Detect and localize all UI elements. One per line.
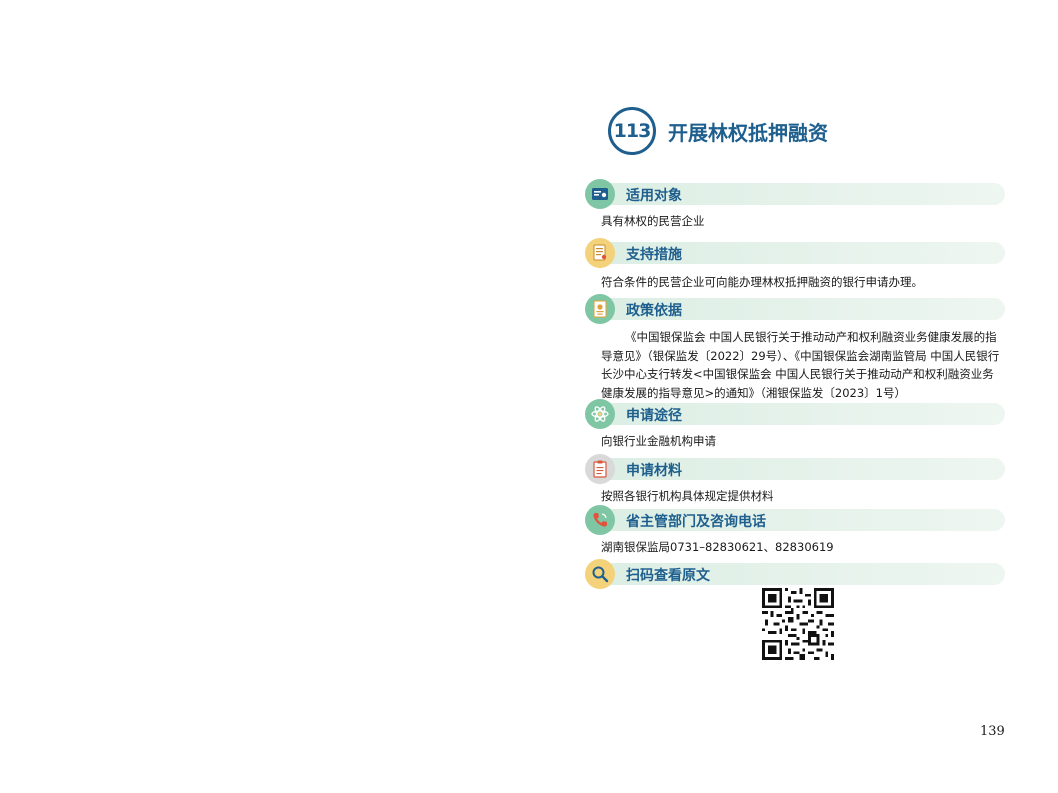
section-contact-phone: 省主管部门及咨询电话 湖南银保监局0731–82830621、82830619	[585, 505, 1005, 557]
id-card-icon	[585, 179, 615, 209]
section-heading: 申请材料	[626, 463, 682, 479]
section-heading: 扫码查看原文	[626, 568, 710, 584]
section-body: 《中国银保监会 中国人民银行关于推动动产和权利融资业务健康发展的指导意见》（银保…	[601, 330, 1000, 400]
section-body: 向银行业金融机构申请	[601, 434, 716, 448]
section-applicable-targets: 适用对象 具有林权的民营企业	[585, 179, 1005, 231]
page-number: 139	[980, 724, 1005, 739]
section-body: 湖南银保监局0731–82830621、82830619	[601, 540, 834, 554]
section-support-measures: 支持措施 符合条件的民营企业可向能办理林权抵押融资的银行申请办理。	[585, 238, 1005, 292]
atom-icon	[585, 399, 615, 429]
section-heading: 适用对象	[626, 188, 682, 204]
section-policy-basis: 政策依据 《中国银保监会 中国人民银行关于推动动产和权利融资业务健康发展的指导意…	[585, 294, 1005, 402]
section-heading: 政策依据	[626, 303, 682, 319]
section-heading: 申请途径	[626, 408, 682, 424]
phone-icon	[585, 505, 615, 535]
magnifier-icon	[585, 559, 615, 589]
section-heading: 支持措施	[626, 247, 682, 263]
clipboard-icon	[585, 454, 615, 484]
section-scan-qr: 扫码查看原文	[585, 559, 1005, 589]
section-body: 符合条件的民营企业可向能办理林权抵押融资的银行申请办理。	[601, 275, 923, 289]
qr-code-image[interactable]	[762, 588, 834, 660]
item-number-badge: 113	[608, 107, 656, 155]
section-application-channel: 申请途径 向银行业金融机构申请	[585, 399, 1005, 451]
section-body: 按照各银行机构具体规定提供材料	[601, 489, 774, 503]
document-pen-icon	[585, 238, 615, 268]
section-application-materials: 申请材料 按照各银行机构具体规定提供材料	[585, 454, 1005, 506]
section-body: 具有林权的民营企业	[601, 214, 705, 228]
section-heading: 省主管部门及咨询电话	[626, 514, 766, 530]
section-title: 113 开展林权抵押融资	[608, 107, 828, 155]
page-title: 开展林权抵押融资	[668, 120, 828, 145]
certificate-icon	[585, 294, 615, 324]
